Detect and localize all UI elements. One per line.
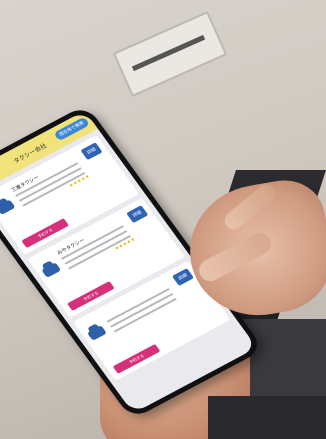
search-current-location-button[interactable]: 現在地で検索 (53, 116, 91, 142)
company-info (106, 288, 179, 336)
detail-button[interactable]: 詳細 (80, 142, 103, 161)
table-cable-port (112, 10, 228, 98)
sleeve (208, 396, 326, 439)
app-title: タクシー会社 (12, 142, 49, 165)
car-icon (0, 199, 16, 216)
detail-button[interactable]: 詳細 (171, 268, 195, 286)
reserve-button[interactable]: 予約する (112, 343, 161, 374)
car-icon (86, 325, 107, 341)
reserve-label: 予約する (128, 353, 146, 365)
car-icon (41, 262, 62, 278)
detail-button[interactable]: 詳細 (126, 205, 149, 224)
photo-scene: 戻る タクシー会社 現在地で検索 三重タクシー ★★★★★ 詳細 予約する みや… (0, 0, 326, 439)
